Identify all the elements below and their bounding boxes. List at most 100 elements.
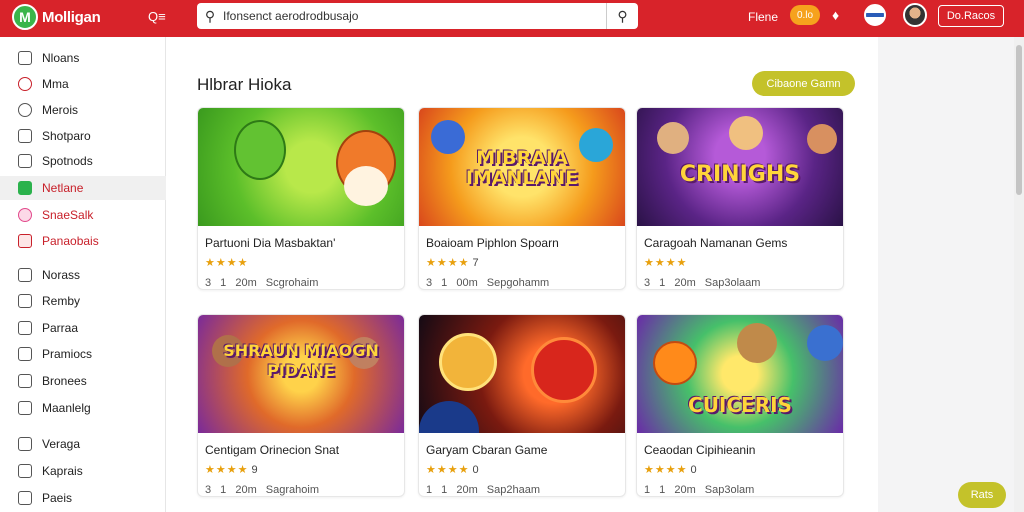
signin-button[interactable]: Do.Racos [938,5,1004,27]
right-panel [878,37,1024,512]
game-card[interactable]: CRINIGHS Caragoah Namanan Gems ★★★★ 3 1 … [636,107,844,290]
browse-games-button[interactable]: Cibaone Gamn [752,71,855,96]
game-card[interactable]: SHRAUN MIAOGN PIDANE Centigam Orinecion … [197,314,405,497]
rating-value: 0 [472,464,479,476]
game-thumbnail[interactable]: SHRAUN MIAOGN PIDANE [198,315,404,433]
sidebar-item-14[interactable]: Veraga [0,432,166,456]
sidebar-item-label: Bronees [42,374,87,388]
character-icon [234,120,286,180]
game-card[interactable]: CUICERIS Ceaodan Cipihieanin ★★★★ 0 1 1 2… [636,314,844,497]
doc-icon [18,347,32,361]
logo-text: Molligan [42,8,101,26]
sidebar-item-11[interactable]: Pramiocs [0,342,166,366]
trophy-icon [18,154,32,168]
game-title[interactable]: Boaioam Piphlon Spoarn [426,236,625,250]
stars-icon: ★★★★ [644,464,688,476]
grid-icon [18,181,32,195]
gift-icon[interactable]: ♦ [832,7,839,23]
sidebar-item-label: Kaprais [42,464,83,478]
game-card[interactable]: MIBRAIA IMANLANE Boaioam Piphlon Spoarn … [418,107,626,290]
list-icon [18,401,32,415]
star-rating: ★★★★ [205,256,404,269]
game-card[interactable]: Garyam Cbaran Game ★★★★ 0 1 1 20m Sap2haa… [418,314,626,497]
scrollbar-thumb[interactable] [1016,45,1022,195]
rating-value: 7 [472,257,479,269]
sidebar-item-label: Norass [42,268,81,282]
character-icon [807,325,843,361]
sidebar: Nloans Mma Merois Shotparo Spotnods Netl… [0,37,166,512]
star-rating: ★★★★ 0 [644,463,843,476]
sidebar-item-label: Nloans [42,51,80,65]
stars-icon: ★★★★ [205,257,249,269]
chat-button[interactable]: Rats [958,482,1006,508]
game-thumbnail[interactable] [198,108,404,226]
sidebar-item-5[interactable]: Netlane [0,176,166,200]
folder-icon [18,294,32,308]
character-icon [807,124,837,154]
game-logo-text: CUICERIS [688,393,792,417]
planet-icon [419,401,479,433]
menu-toggle-button[interactable]: Q≡ [148,9,166,24]
game-title[interactable]: Partuoni Dia Masbaktan' [205,236,404,250]
star-rating: ★★★★ 9 [205,463,404,476]
sidebar-item-9[interactable]: Remby [0,289,166,313]
game-title[interactable]: Caragoah Namanan Gems [644,236,843,250]
language-flag-icon[interactable] [864,4,886,26]
sidebar-item-6[interactable]: SnaeSalk [0,203,166,227]
sidebar-item-12[interactable]: Bronees [0,369,166,393]
sidebar-item-label: Maanlelg [42,401,91,415]
sidebar-item-label: SnaeSalk [42,208,94,222]
sidebar-item-16[interactable]: Paeis [0,486,166,510]
game-logo-text: MIBRAIA IMANLANE [465,147,579,189]
star-rating: ★★★★ 0 [426,463,625,476]
bookmark-icon [18,491,32,505]
top-header: M Molligan Q≡ ⚲ ⚲ Flene 0.lo ♦ Do.Racos [0,0,1024,37]
sidebar-item-15[interactable]: Kaprais [0,459,166,483]
ball-icon [653,341,697,385]
news-icon [18,268,32,282]
game-thumbnail[interactable]: MIBRAIA IMANLANE [419,108,625,226]
search-submit-button[interactable]: ⚲ [606,3,638,29]
game-title[interactable]: Centigam Orinecion Snat [205,443,404,457]
sidebar-item-label: Pramiocs [42,347,93,361]
sidebar-item-label: Spotnods [42,154,93,168]
character-icon [439,333,497,391]
sidebar-item-2[interactable]: Merois [0,98,166,122]
coins-badge[interactable]: 0.lo [790,5,820,25]
avatar[interactable] [903,3,927,27]
game-card[interactable]: Partuoni Dia Masbaktan' ★★★★ 3 1 20m Scg… [197,107,405,290]
sidebar-item-7[interactable]: Panaobais [0,229,166,253]
sidebar-item-1[interactable]: Mma [0,72,166,96]
game-logo-text: CRINIGHS [679,162,801,187]
sidebar-item-3[interactable]: Shotparo [0,124,166,148]
game-meta: 3 1 00m Sepgohamm [426,277,550,289]
sidebar-item-8[interactable]: Norass [0,263,166,287]
game-thumbnail[interactable]: CRINIGHS [637,108,843,226]
bag-icon [18,129,32,143]
sidebar-item-label: Veraga [42,437,81,451]
star-rating: ★★★★ 7 [426,256,625,269]
search-icon: ⚲ [204,7,216,24]
sidebar-item-label: Netlane [42,181,84,195]
game-thumbnail[interactable] [419,315,625,433]
sidebar-item-label: Remby [42,294,81,308]
game-title[interactable]: Garyam Cbaran Game [426,443,625,457]
game-title[interactable]: Ceaodan Cipihieanin [644,443,843,457]
page-title: Hlbrar Hioka [197,75,292,94]
logo[interactable]: M Molligan [12,4,101,30]
puzzle-icon [18,234,32,248]
sidebar-item-4[interactable]: Spotnods [0,149,166,173]
header-link[interactable]: Flene [748,10,778,24]
character-face-icon [344,166,388,206]
sidebar-item-0[interactable]: Nloans [0,46,166,70]
search-input[interactable] [223,5,606,27]
candy-icon [18,208,32,222]
character-icon [657,122,689,154]
bookmark-icon [18,464,32,478]
list-icon [18,374,32,388]
sidebar-item-label: Shotparo [42,129,91,143]
game-thumbnail[interactable]: CUICERIS [637,315,843,433]
sidebar-item-10[interactable]: Parraa [0,316,166,340]
scrollbar[interactable] [1014,37,1024,512]
sidebar-item-13[interactable]: Maanlelg [0,396,166,420]
